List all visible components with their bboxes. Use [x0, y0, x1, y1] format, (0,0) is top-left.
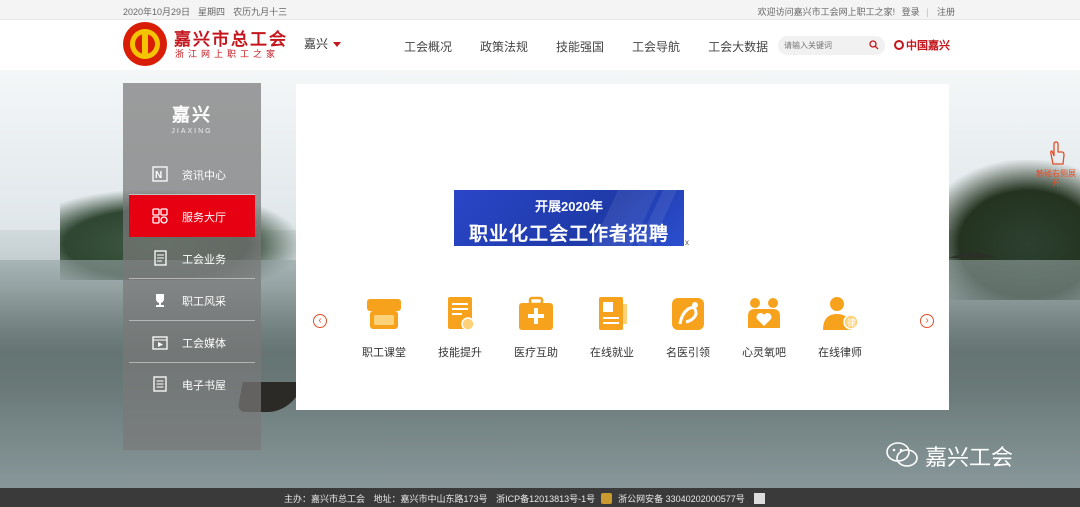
weekday-text: 星期四	[198, 7, 226, 17]
date-info: 2020年10月29日 星期四 农历九月十三	[123, 5, 295, 18]
china-jiaxing-label: 中国嘉兴	[906, 40, 950, 52]
service-hall-panel: 开展2020年 职业化工会工作者招聘 x ‹ › 职工课堂 技能提升 医疗互助 …	[296, 84, 949, 410]
svg-text:N: N	[155, 170, 162, 181]
search-input[interactable]	[784, 39, 864, 52]
hand-tap-icon	[1050, 141, 1065, 165]
sidebar-item-ebook[interactable]: 电子书屋	[129, 363, 255, 405]
verification-icon[interactable]	[753, 493, 765, 504]
nav-item-overview[interactable]: 工会概况	[404, 40, 452, 54]
classroom-icon	[367, 299, 401, 329]
sidebar-item-label: 职工风采	[182, 296, 226, 308]
wechat-icon	[886, 442, 918, 467]
recruitment-banner[interactable]: 开展2020年 职业化工会工作者招聘	[454, 190, 684, 246]
service-label: 在线律师	[818, 347, 862, 359]
register-link[interactable]: 注册	[937, 7, 955, 17]
wechat-watermark: 嘉兴工会	[885, 440, 1013, 472]
svg-text:律: 律	[847, 317, 856, 329]
sidebar-item-label: 电子书屋	[182, 380, 226, 392]
sidebar-logo: 嘉兴	[172, 105, 212, 126]
search-box	[778, 36, 885, 55]
service-label: 职工课堂	[362, 347, 406, 359]
sidebar-item-label: 工会媒体	[182, 338, 226, 350]
china-jiaxing-link[interactable]: 中国嘉兴	[894, 37, 950, 53]
divider: |	[926, 7, 929, 17]
nav-item-policy[interactable]: 政策法规	[480, 40, 528, 54]
city-label: 嘉兴	[304, 37, 329, 51]
side-menu: 嘉兴 JIAXING N 资讯中心 服务大厅 工会业务 职工风采 工会媒体 电子…	[123, 83, 261, 450]
sidebar-item-label: 资讯中心	[182, 170, 226, 182]
sidebar-item-union-media[interactable]: 工会媒体	[129, 321, 255, 363]
grid-icon	[152, 208, 168, 224]
doctor-icon	[672, 298, 704, 330]
service-item-medical-aid[interactable]: 医疗互助	[506, 294, 566, 360]
book-icon	[153, 376, 167, 392]
news-icon: N	[152, 166, 168, 182]
city-selector[interactable]: 嘉兴	[304, 35, 342, 52]
service-label: 技能提升	[438, 347, 482, 359]
service-item-mind-oxygen[interactable]: 心灵氧吧	[734, 294, 794, 360]
main-nav: 工会概况 政策法规 技能强国 工会导航 工会大数据	[404, 38, 796, 55]
service-item-staff-classroom[interactable]: 职工课堂	[354, 294, 414, 360]
banner-close-button[interactable]: x	[685, 238, 689, 247]
service-item-online-lawyer[interactable]: 律 在线律师	[810, 294, 870, 360]
footer-icp-link[interactable]: 浙ICP备12013813号-1号	[496, 494, 595, 504]
service-label: 医疗互助	[514, 347, 558, 359]
service-label: 在线就业	[590, 347, 634, 359]
trophy-icon	[156, 294, 164, 307]
service-item-famous-doctor[interactable]: 名医引领	[658, 294, 718, 360]
watermark-text: 嘉兴工会	[925, 445, 1014, 470]
nav-item-skills[interactable]: 技能强国	[556, 40, 604, 54]
job-icon	[599, 297, 627, 330]
media-icon	[152, 336, 168, 350]
footer-police-record[interactable]: 浙公网安备 33040202000577号	[618, 494, 745, 504]
background-pavilion	[948, 238, 998, 258]
certificate-icon	[448, 297, 475, 331]
caret-down-icon	[333, 42, 342, 48]
site-footer: 主办：嘉兴市总工会 地址：嘉兴市中山东路173号 浙ICP备12013813号-…	[0, 488, 1080, 507]
footer-host: 主办：嘉兴市总工会	[284, 494, 366, 504]
service-list: 职工课堂 技能提升 医疗互助 在线就业 名医引领 心灵氧吧 律 在线律师	[354, 294, 904, 359]
sidebar-item-staff-showcase[interactable]: 职工风采	[129, 279, 255, 321]
china-emblem-icon	[894, 40, 904, 50]
document-icon	[154, 250, 167, 266]
banner-line-1: 开展2020年	[535, 199, 603, 214]
sidebar-item-union-business[interactable]: 工会业务	[129, 237, 255, 279]
lawyer-icon: 律	[823, 297, 859, 330]
heart-people-icon	[748, 298, 780, 328]
welcome-text: 欢迎访问嘉兴市工会网上职工之家!	[757, 7, 896, 17]
service-label: 心灵氧吧	[742, 347, 786, 359]
nav-item-bigdata[interactable]: 工会大数据	[708, 40, 768, 54]
service-item-online-employment[interactable]: 在线就业	[582, 294, 642, 360]
sidebar-item-service-hall[interactable]: 服务大厅	[129, 195, 255, 237]
right-expand-tip[interactable]: 触碰右侧展开	[1035, 140, 1077, 189]
sidebar-item-label: 服务大厅	[182, 212, 226, 224]
nav-item-guide[interactable]: 工会导航	[632, 40, 680, 54]
site-subtitle: 浙江网上职工之家	[175, 49, 280, 59]
login-link[interactable]: 登录	[902, 7, 920, 17]
banner-line-2: 职业化工会工作者招聘	[468, 224, 669, 245]
service-item-skill-upgrade[interactable]: 技能提升	[430, 294, 490, 360]
service-label: 名医引领	[666, 347, 710, 359]
right-expand-label: 触碰右侧展开	[1036, 169, 1076, 188]
site-header: 嘉兴市总工会 浙江网上职工之家 嘉兴 工会概况 政策法规 技能强国 工会导航 工会大数据…	[0, 20, 1080, 70]
union-logo-icon[interactable]	[123, 22, 167, 66]
footer-address: 地址：嘉兴市中山东路173号	[373, 494, 488, 504]
police-badge-icon	[601, 493, 613, 504]
sidebar-item-news[interactable]: N 资讯中心	[129, 153, 255, 195]
account-links: 欢迎访问嘉兴市工会网上职工之家! 登录 | 注册	[754, 5, 955, 18]
carousel-next-button[interactable]: ›	[920, 314, 934, 328]
sidebar-logo-sub: JIAXING	[171, 128, 213, 135]
lunar-date-text: 农历九月十三	[233, 7, 288, 17]
sidebar-item-label: 工会业务	[182, 254, 226, 266]
medical-kit-icon	[519, 296, 553, 330]
search-icon[interactable]	[869, 40, 879, 50]
carousel-prev-button[interactable]: ‹	[313, 314, 327, 328]
date-text: 2020年10月29日	[123, 7, 191, 17]
top-info-bar: 2020年10月29日 星期四 农历九月十三 欢迎访问嘉兴市工会网上职工之家! 登录…	[0, 0, 1080, 20]
